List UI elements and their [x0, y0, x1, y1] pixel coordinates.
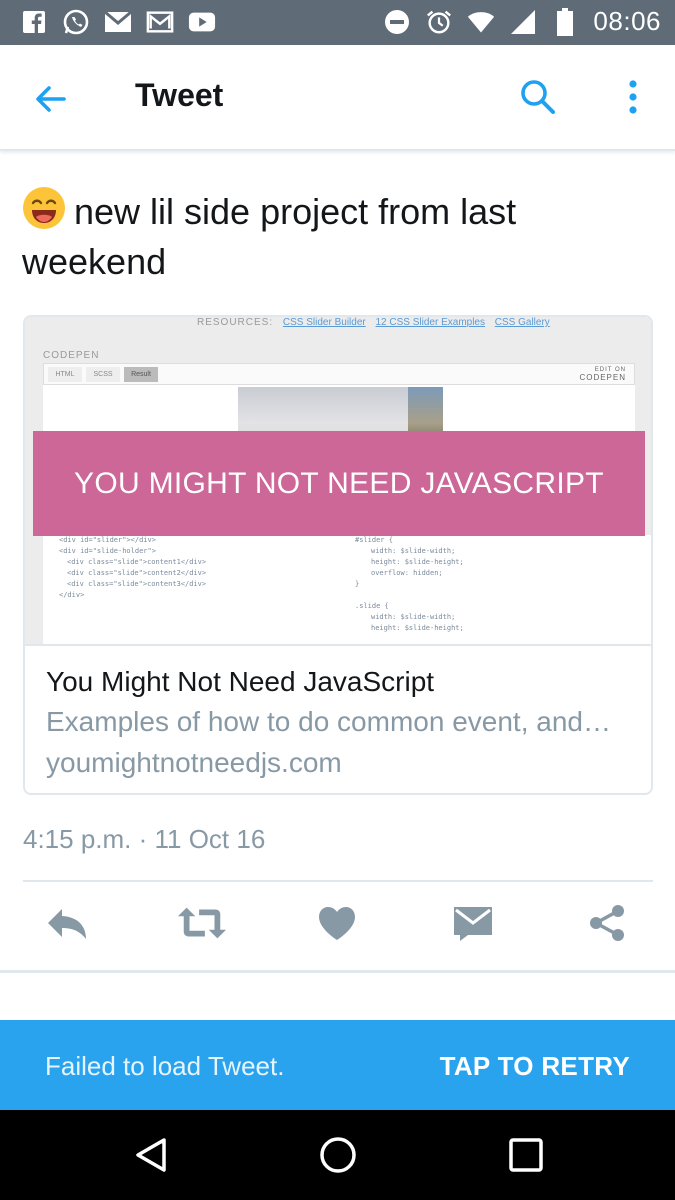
facebook-icon: [20, 8, 48, 36]
smiling-face-icon: [23, 187, 65, 229]
navigation-bar: [0, 1110, 675, 1200]
gmail-icon: [104, 8, 132, 36]
divider: [0, 970, 675, 973]
share-icon: [590, 905, 624, 941]
code-line: <div class="slide">content3</div>: [67, 580, 207, 588]
search-icon: [521, 80, 555, 114]
back-button[interactable]: [30, 79, 70, 119]
card-domain: youmightnotneedjs.com: [46, 747, 342, 778]
signal-icon: [509, 8, 537, 36]
divider: [23, 880, 653, 882]
nav-recents-icon: [509, 1138, 543, 1172]
resources-line: RESOURCES: CSS Slider Builder 12 CSS Sli…: [197, 317, 550, 328]
codepen-tab: SCSS: [86, 367, 120, 382]
tweet-actions: [0, 898, 675, 958]
status-bar: 08:06: [0, 0, 675, 45]
retweet-button[interactable]: [177, 898, 227, 948]
heart-icon: [319, 907, 355, 940]
card-body: You Might Not Need JavaScript Examples o…: [25, 644, 651, 793]
alarm-icon: [425, 8, 453, 36]
code-line: <div id="slide-holder">: [59, 547, 156, 555]
link-card[interactable]: RESOURCES: CSS Slider Builder 12 CSS Sli…: [23, 315, 653, 795]
resource-link: 12 CSS Slider Examples: [375, 317, 486, 328]
tweet-text: new lil side project from last weekend: [22, 186, 652, 287]
more-options-button[interactable]: [618, 77, 648, 117]
card-banner: YOU MIGHT NOT NEED JAVASCRIPT: [33, 431, 645, 536]
card-image: RESOURCES: CSS Slider Builder 12 CSS Sli…: [25, 317, 651, 644]
app-bar: Tweet: [0, 45, 675, 151]
snackbar-message: Failed to load Tweet.: [45, 1051, 285, 1081]
nav-home-button[interactable]: [318, 1135, 358, 1175]
error-snackbar: Failed to load Tweet. TAP TO RETRY: [0, 1020, 675, 1110]
envelope-icon: [454, 907, 492, 941]
more-vertical-icon: [629, 80, 637, 114]
direct-message-button[interactable]: [448, 898, 498, 948]
code-line: width: $slide-width;: [371, 547, 456, 555]
reply-button[interactable]: [43, 898, 93, 948]
code-line: width: $slide-width;: [371, 613, 456, 621]
wifi-icon: [467, 8, 495, 36]
search-button[interactable]: [518, 77, 558, 117]
whatsapp-icon: [62, 8, 90, 36]
clock: 08:06: [593, 6, 661, 36]
code-line: #slider {: [355, 536, 393, 544]
nav-recents-button[interactable]: [506, 1135, 546, 1175]
reply-icon: [48, 909, 86, 939]
code-line: }: [355, 580, 360, 588]
youtube-icon: [188, 8, 216, 36]
codepen-tab: Result: [124, 367, 158, 382]
codepen-logo: EDIT ON CODEPEN: [579, 367, 626, 382]
arrow-left-icon: [36, 86, 66, 112]
resource-link: CSS Gallery: [494, 317, 550, 328]
notification-icons: [20, 8, 216, 36]
retry-button[interactable]: TAP TO RETRY: [440, 1051, 630, 1082]
card-title: You Might Not Need JavaScript: [46, 666, 435, 697]
tweet-timestamp: 4:15 p.m. · 11 Oct 16: [23, 824, 266, 854]
code-line: </div>: [59, 591, 85, 599]
code-line: height: $slide-height;: [371, 558, 464, 566]
scss-code: #slider { width: $slide-width; height: $…: [351, 535, 651, 644]
battery-icon: [551, 7, 579, 36]
codepen-toolbar: HTML SCSS Result EDIT ON CODEPEN: [43, 363, 635, 385]
code-line: <div id="slider"></div>: [59, 536, 156, 544]
gmail-icon: [146, 8, 174, 36]
nav-home-icon: [320, 1137, 356, 1173]
nav-back-icon: [136, 1138, 166, 1172]
code-line: <div class="slide">content1</div>: [67, 558, 207, 566]
code-line: height: $slide-height;: [371, 624, 464, 632]
nav-back-button[interactable]: [132, 1135, 172, 1175]
code-line: overflow: hidden;: [371, 569, 443, 577]
share-button[interactable]: [582, 898, 632, 948]
codepen-label: CODEPEN: [43, 350, 100, 361]
codepen-logo-text: CODEPEN: [579, 373, 626, 382]
resources-label: RESOURCES:: [197, 317, 274, 328]
html-code: <div id="slider"></div> <div id="slide-h…: [43, 535, 335, 625]
tweet-body: new lil side project from last weekend: [22, 191, 517, 282]
page-title: Tweet: [135, 77, 224, 113]
like-button[interactable]: [312, 898, 362, 948]
do-not-disturb-icon: [383, 8, 411, 36]
retweet-icon: [177, 907, 227, 939]
code-line: <div class="slide">content2</div>: [67, 569, 207, 577]
codepen-tab: HTML: [48, 367, 82, 382]
system-icons: 08:06: [383, 6, 661, 37]
card-description: Examples of how to do common event, and…: [46, 706, 611, 737]
code-line: .slide {: [355, 602, 389, 610]
resource-link: CSS Slider Builder: [282, 317, 366, 328]
